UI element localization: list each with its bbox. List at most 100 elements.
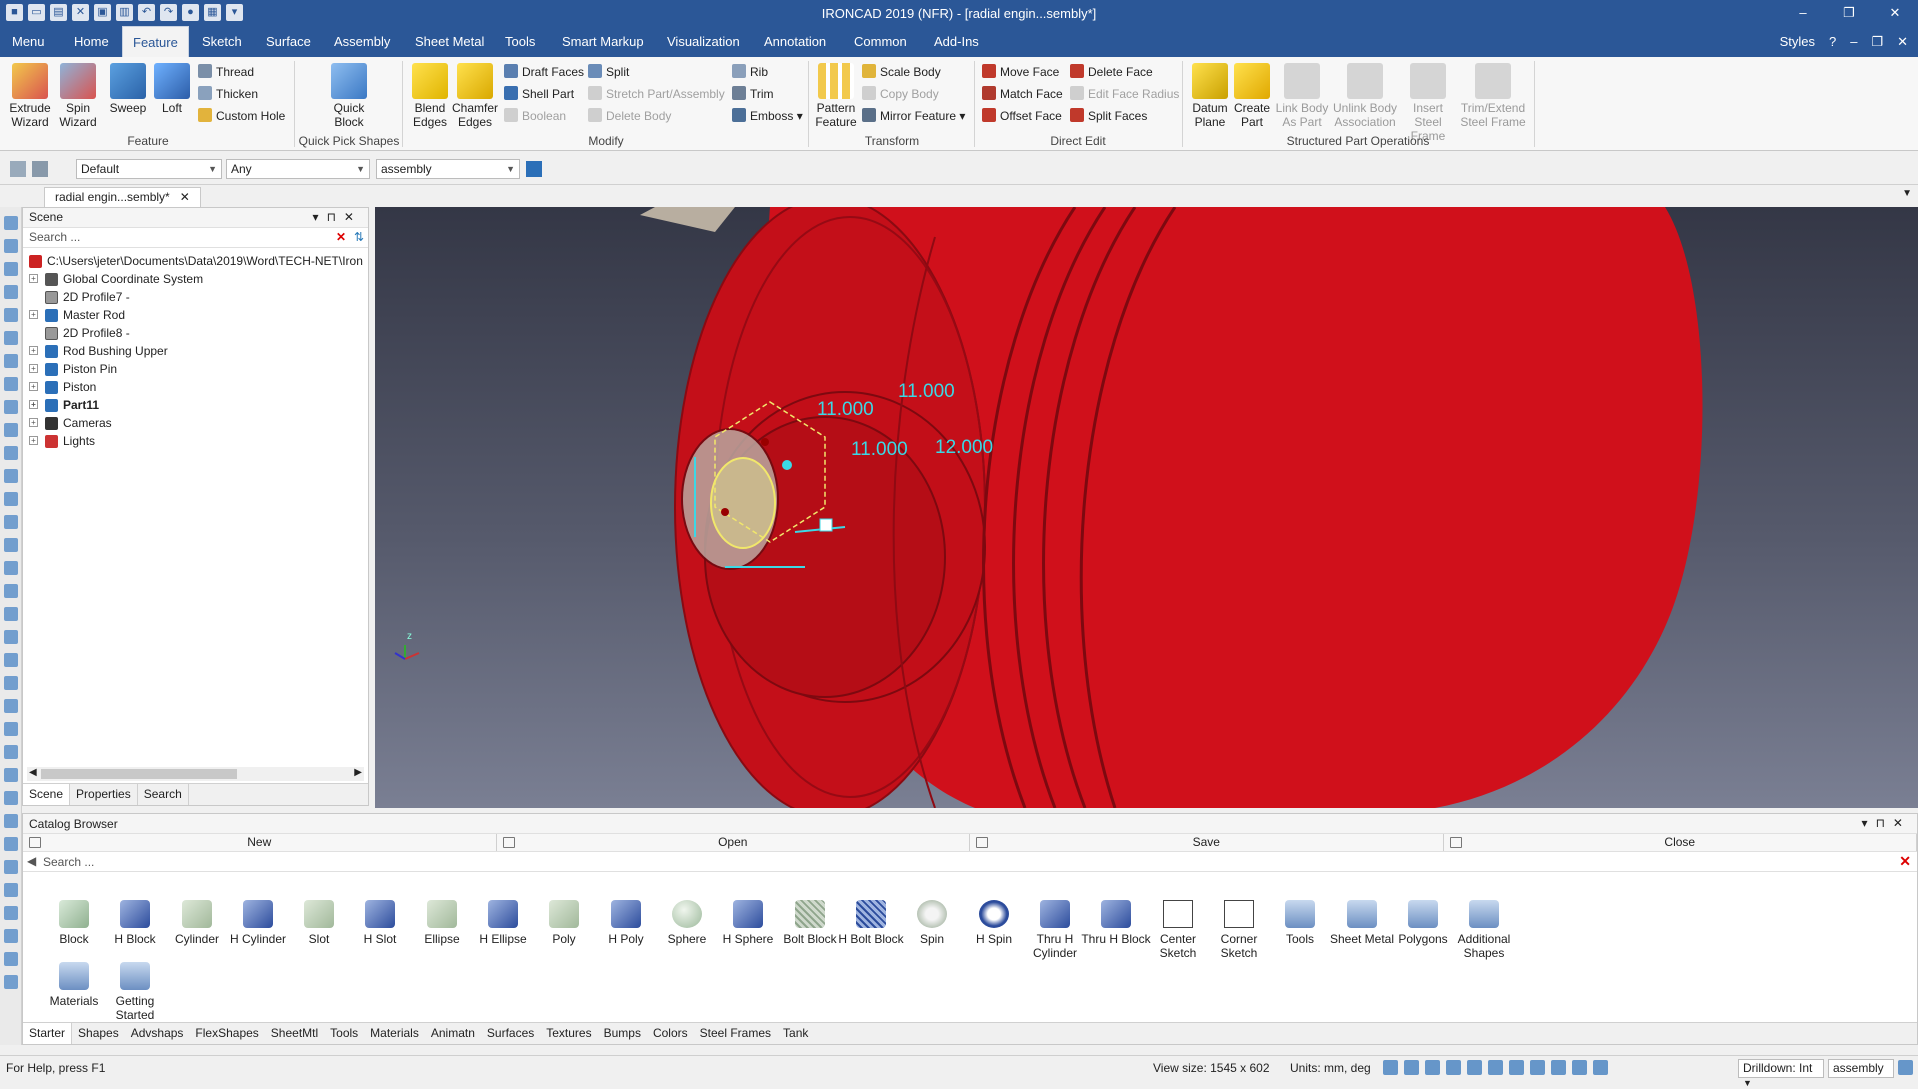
tree-node-part11[interactable]: + Part11 <box>23 396 368 414</box>
expand-icon[interactable]: + <box>29 346 38 355</box>
dimension-handle[interactable] <box>819 518 833 532</box>
shell-part-button[interactable]: Shell Part <box>504 85 574 103</box>
pointer-icon[interactable] <box>32 161 48 177</box>
catalog-item-h-bolt-block[interactable]: H Bolt Block <box>836 900 906 946</box>
catalog-item-h-block[interactable]: H Block <box>100 900 170 946</box>
tree-view-icon[interactable] <box>1898 1060 1913 1075</box>
custom-hole-button[interactable]: Custom Hole <box>198 107 285 125</box>
catalog-save-button[interactable]: Save <box>970 834 1444 851</box>
catalog-item-center-sketch[interactable]: Center Sketch <box>1143 900 1213 960</box>
catalog-item-slot[interactable]: Slot <box>284 900 354 946</box>
tool-icon[interactable] <box>3 906 18 920</box>
light-icon[interactable] <box>1572 1060 1587 1075</box>
scale-body-button[interactable]: Scale Body <box>862 63 941 81</box>
expand-icon[interactable]: + <box>29 436 38 445</box>
boolean-button[interactable]: Boolean <box>504 107 566 125</box>
vertex-handle[interactable] <box>721 508 729 516</box>
tab-assembly[interactable]: Assembly <box>334 34 390 49</box>
link-body-button[interactable]: Link Body As Part <box>1274 63 1330 129</box>
dimension-label[interactable]: 11.000 <box>817 399 874 421</box>
tool-icon[interactable] <box>3 423 18 437</box>
catalog-tab[interactable]: FlexShapes <box>189 1023 264 1044</box>
tree-node-global-coordinate-system[interactable]: + Global Coordinate System <box>23 270 368 288</box>
help-icon[interactable]: ? <box>1829 34 1836 50</box>
drilldown-combo[interactable]: Drilldown: Int ▼ <box>1738 1059 1824 1088</box>
catalog-tab[interactable]: Materials <box>364 1023 425 1044</box>
tab-add-ins[interactable]: Add-Ins <box>934 34 979 49</box>
catalog-tab[interactable]: Starter <box>23 1023 73 1044</box>
catalog-search-input[interactable]: ◀ Search ... ✕ <box>23 852 1917 872</box>
split-button[interactable]: Split <box>588 63 629 81</box>
view-orient-icon[interactable] <box>1425 1060 1440 1075</box>
catalog-tab[interactable]: Bumps <box>598 1023 647 1044</box>
catalog-tab[interactable]: Shapes <box>72 1023 125 1044</box>
catalog-item-additional-shapes[interactable]: Additional Shapes <box>1449 900 1519 960</box>
tab-scene[interactable]: Scene <box>23 784 71 805</box>
close-doc-window-icon[interactable]: ✕ <box>1897 34 1908 50</box>
tree-root[interactable]: C:\Users\jeter\Documents\Data\2019\Word\… <box>23 252 368 270</box>
tool-icon[interactable] <box>3 837 18 851</box>
expand-icon[interactable]: + <box>29 274 38 283</box>
clear-search-icon[interactable]: ✕ <box>1899 853 1911 870</box>
tool-icon[interactable] <box>3 791 18 805</box>
tool-icon[interactable] <box>3 492 18 506</box>
catalog-item-polygons[interactable]: Polygons <box>1388 900 1458 946</box>
tool-icon[interactable] <box>3 814 18 828</box>
scroll-left-icon[interactable]: ◀ <box>29 767 37 778</box>
dimension-label[interactable]: 11.000 <box>851 439 908 461</box>
mirror-feature-button[interactable]: Mirror Feature ▾ <box>862 107 965 125</box>
status-level-combo[interactable]: assembly <box>1828 1059 1894 1078</box>
catalog-item-spin[interactable]: Spin <box>897 900 967 946</box>
expand-icon[interactable]: + <box>29 400 38 409</box>
emboss-button[interactable]: Emboss ▾ <box>732 107 803 125</box>
catalog-item-h-sphere[interactable]: H Sphere <box>713 900 783 946</box>
cursor-icon[interactable] <box>1593 1060 1608 1075</box>
selection-icon[interactable] <box>1551 1060 1566 1075</box>
style-combo[interactable]: Default ▼ <box>76 159 222 179</box>
scrollbar-thumb[interactable] <box>41 769 237 779</box>
split-faces-button[interactable]: Split Faces <box>1070 107 1147 125</box>
tree-node-master-rod[interactable]: + Master Rod <box>23 306 368 324</box>
zoom-fit-icon[interactable] <box>1404 1060 1419 1075</box>
display-icon[interactable] <box>1509 1060 1524 1075</box>
catalog-item-sheet-metal[interactable]: Sheet Metal <box>1327 900 1397 946</box>
tab-sheet-metal[interactable]: Sheet Metal <box>415 34 484 49</box>
edit-face-radius-button[interactable]: Edit Face Radius <box>1070 85 1179 103</box>
stretch-part-button[interactable]: Stretch Part/Assembly <box>588 85 725 103</box>
tab-feature[interactable]: Feature <box>122 26 189 57</box>
catalog-item-sphere[interactable]: Sphere <box>652 900 722 946</box>
catalog-item-corner-sketch[interactable]: Corner Sketch <box>1204 900 1274 960</box>
catalog-item-h-cylinder[interactable]: H Cylinder <box>223 900 293 946</box>
tool-icon[interactable] <box>3 768 18 782</box>
catalog-tab[interactable]: Surfaces <box>481 1023 540 1044</box>
catalog-item-bolt-block[interactable]: Bolt Block <box>775 900 845 946</box>
minimize-doc-icon[interactable]: – <box>1850 34 1857 50</box>
3d-viewport[interactable]: 11.000 11.000 11.000 12.000 z <box>375 207 1918 808</box>
tree-node-piston[interactable]: + Piston <box>23 378 368 396</box>
tab-list-icon[interactable]: ▼ <box>1902 188 1912 199</box>
assembly-tree-icon[interactable] <box>526 161 542 177</box>
tree-node-cameras[interactable]: + Cameras <box>23 414 368 432</box>
tree-node-profile7[interactable]: 2D Profile7 - <box>23 288 368 306</box>
render-mode-icon[interactable] <box>1446 1060 1461 1075</box>
tool-icon[interactable] <box>3 354 18 368</box>
catalog-item-cylinder[interactable]: Cylinder <box>162 900 232 946</box>
clear-search-icon[interactable]: ✕ <box>336 230 346 244</box>
expand-icon[interactable]: + <box>29 418 38 427</box>
catalog-open-button[interactable]: Open <box>497 834 970 851</box>
chamfer-edges-button[interactable]: Chamfer Edges <box>452 63 498 129</box>
tool-icon[interactable] <box>3 722 18 736</box>
tool-icon[interactable] <box>3 929 18 943</box>
restore-button[interactable]: ❐ <box>1826 0 1872 26</box>
catalog-item-materials[interactable]: Materials <box>39 962 109 1008</box>
back-icon[interactable]: ◀ <box>27 854 36 868</box>
tree-node-profile8[interactable]: 2D Profile8 - <box>23 324 368 342</box>
filter-combo[interactable]: Any ▼ <box>226 159 370 179</box>
tab-tools[interactable]: Tools <box>505 34 535 49</box>
catalog-item-ellipse[interactable]: Ellipse <box>407 900 477 946</box>
tool-icon[interactable] <box>3 400 18 414</box>
blend-edges-button[interactable]: Blend Edges <box>410 63 450 129</box>
tool-icon[interactable] <box>3 676 18 690</box>
scene-search-input[interactable]: Search ... ✕ ⇅ <box>23 228 368 248</box>
tool-icon[interactable] <box>3 285 18 299</box>
